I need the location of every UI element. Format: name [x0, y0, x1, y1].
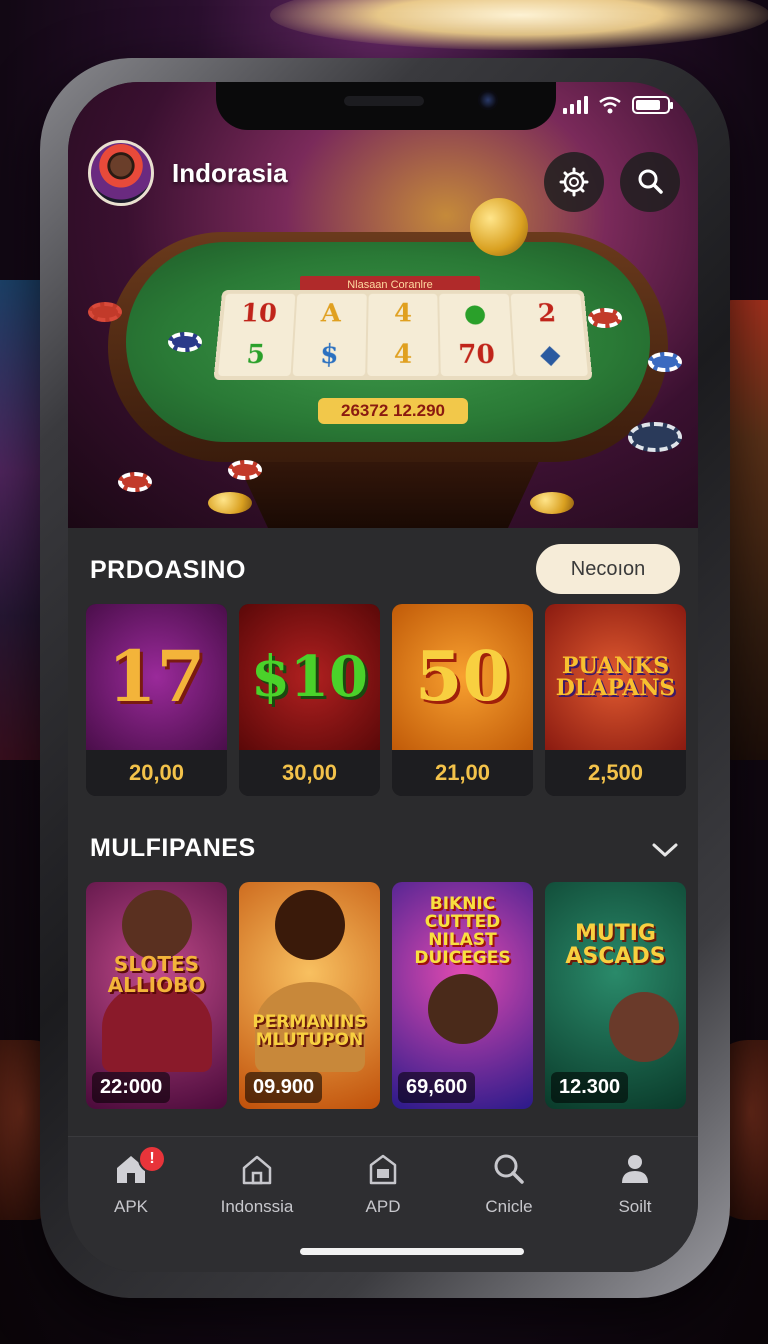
- cellular-signal-icon: [563, 96, 588, 114]
- promo-art: PUANKS DLAPANS: [545, 604, 686, 750]
- status-bar: [563, 96, 673, 114]
- profile-icon: [622, 1155, 648, 1183]
- reel-symbol: 70: [457, 339, 496, 370]
- jackpot-total: 26372 12.290: [318, 398, 468, 424]
- promo-art: 17: [86, 604, 227, 750]
- promo-grid: 17 20,00 $10 30,00 50 21,00 PUANKS DLAPA…: [86, 604, 686, 796]
- tab-label: Cnicle: [485, 1197, 533, 1216]
- slot-reel: 10 5 A $ 4 4 ● 70 2 ◆: [213, 290, 593, 381]
- poker-chip: [228, 460, 262, 480]
- settings-button[interactable]: [544, 152, 604, 212]
- tab-apk[interactable]: ! APK: [76, 1145, 186, 1272]
- tab-label: Soilt: [618, 1197, 652, 1216]
- promo-art-text: PUANKS DLAPANS: [555, 653, 676, 701]
- game-title: BIKNIC CUTTED NILAST DUICEGES: [414, 894, 511, 968]
- hero-banner[interactable]: Nlasaan Coranlre 10 5 A $ 4 4 ● 70 2 ◆ 2…: [68, 82, 698, 528]
- game-price: 22:000: [92, 1072, 171, 1103]
- game-tile[interactable]: SLOTES ALLIOBO 22:000: [86, 882, 227, 1109]
- tab-label: APK: [113, 1197, 149, 1216]
- poker-chip: [628, 422, 682, 452]
- tab-label: Indonssia: [220, 1197, 294, 1216]
- reel-symbol: $: [319, 339, 340, 370]
- game-character: [274, 890, 345, 960]
- section-title-prdoasino: PRDOASINO: [90, 556, 246, 584]
- game-grid: SLOTES ALLIOBO 22:000 PERMANINS MLUTUPON…: [86, 882, 686, 1109]
- promo-price: 20,00: [86, 750, 227, 796]
- search-button[interactable]: [620, 152, 680, 212]
- promo-price: 21,00: [392, 750, 533, 796]
- house-outline-icon: [242, 1155, 272, 1185]
- poker-chip: [168, 332, 202, 352]
- reel-symbol: ●: [463, 299, 487, 329]
- phone-notch: [216, 82, 556, 130]
- promo-tile[interactable]: $10 30,00: [239, 604, 380, 796]
- promo-tile[interactable]: PUANKS DLAPANS 2,500: [545, 604, 686, 796]
- reel-symbol: 2: [537, 299, 558, 329]
- promo-art: 50: [392, 604, 533, 750]
- wifi-icon: [599, 96, 621, 114]
- tab-label: APD: [365, 1197, 401, 1216]
- game-character: [427, 974, 498, 1044]
- game-title: MUTIG ASCADS: [565, 921, 666, 970]
- gold-coin: [208, 492, 252, 514]
- phone-frame: Nlasaan Coranlre 10 5 A $ 4 4 ● 70 2 ◆ 2…: [40, 58, 730, 1298]
- section-title-mulfipanes: MULFIPANES: [90, 834, 256, 862]
- gold-coin: [470, 198, 528, 256]
- search-icon: [494, 1154, 524, 1184]
- tab-soilt[interactable]: Soilt: [580, 1151, 690, 1272]
- section-action-button[interactable]: Necoıon: [536, 544, 680, 594]
- reel-symbol: ◆: [539, 339, 562, 370]
- reel-column: 4 4: [366, 293, 440, 376]
- promo-price: 2,500: [545, 750, 686, 796]
- game-price: 12.300: [551, 1072, 629, 1103]
- home-indicator[interactable]: [300, 1248, 524, 1255]
- poker-chip: [648, 352, 682, 372]
- reel-symbol: A: [320, 299, 342, 329]
- ceiling-light: [270, 0, 768, 50]
- reel-column: A $: [292, 293, 367, 376]
- game-character: [121, 890, 192, 960]
- gold-coin: [530, 492, 574, 514]
- game-tile[interactable]: BIKNIC CUTTED NILAST DUICEGES 69,600: [392, 882, 533, 1109]
- game-price: 09.900: [245, 1072, 323, 1103]
- promo-tile[interactable]: 50 21,00: [392, 604, 533, 796]
- chevron-down-icon[interactable]: [650, 838, 680, 862]
- reel-symbol: 5: [245, 339, 267, 370]
- poker-chip: [588, 308, 622, 328]
- poker-chip: [88, 302, 122, 322]
- tab-indonssia[interactable]: Indonssia: [202, 1151, 312, 1272]
- reel-symbol: 10: [239, 299, 278, 329]
- username: Indorasia: [172, 157, 288, 188]
- shop-icon: [369, 1154, 397, 1185]
- poker-chip: [118, 472, 152, 492]
- gear-icon: [559, 167, 589, 197]
- promo-art-text: 50: [415, 637, 510, 717]
- game-tile[interactable]: MUTIG ASCADS 12.300: [545, 882, 686, 1109]
- battery-icon: [632, 96, 673, 114]
- reel-column: 10 5: [217, 293, 296, 376]
- promo-price: 30,00: [239, 750, 380, 796]
- reel-symbol: 4: [393, 339, 413, 370]
- notification-badge: !: [138, 1145, 166, 1173]
- promo-art-text: 17: [107, 635, 206, 718]
- game-tile[interactable]: PERMANINS MLUTUPON 09.900: [239, 882, 380, 1109]
- game-price: 69,600: [398, 1072, 476, 1103]
- avatar[interactable]: [88, 140, 154, 206]
- promo-art: $10: [239, 604, 380, 750]
- promo-tile[interactable]: 17 20,00: [86, 604, 227, 796]
- game-title: PERMANINS MLUTUPON: [252, 1012, 367, 1050]
- game-title: SLOTES ALLIOBO: [107, 952, 206, 997]
- reel-column: 2 ◆: [510, 293, 589, 376]
- front-camera: [478, 90, 498, 110]
- user-profile[interactable]: Indorasia: [88, 140, 288, 206]
- speaker-grille: [344, 96, 424, 106]
- phone-screen: Nlasaan Coranlre 10 5 A $ 4 4 ● 70 2 ◆ 2…: [68, 82, 698, 1272]
- search-icon: [638, 169, 663, 194]
- promo-art-text: $10: [251, 644, 368, 710]
- reel-column: ● 70: [439, 293, 514, 376]
- game-character: [608, 992, 679, 1062]
- reel-symbol: 4: [393, 299, 413, 329]
